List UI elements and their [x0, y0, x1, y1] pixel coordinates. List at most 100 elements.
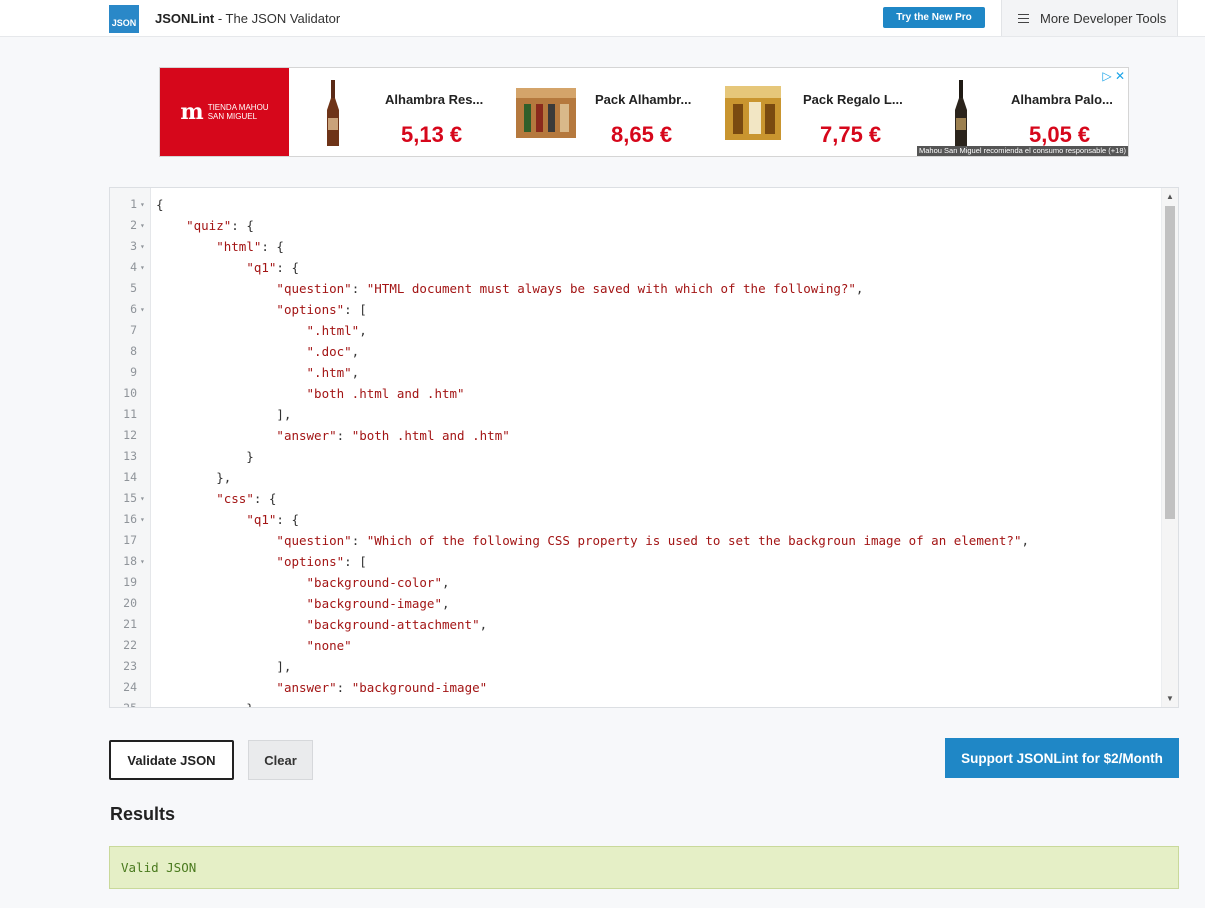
results-message: Valid JSON [109, 846, 1179, 889]
code-text: "background-color", [306, 575, 450, 590]
site-title: JSONLint - The JSON Validator [155, 11, 340, 26]
fold-arrow-icon[interactable]: ▾ [140, 551, 145, 572]
code-line[interactable]: 22 "none" [110, 635, 1162, 656]
code-line[interactable]: 11 ], [110, 404, 1162, 425]
code-line[interactable]: 25 } [110, 698, 1162, 707]
support-jsonlint-button[interactable]: Support JSONLint for $2/Month [945, 738, 1179, 778]
gift-pack-icon [516, 88, 576, 138]
scroll-up-arrow-icon[interactable]: ▲ [1166, 192, 1174, 201]
ad-brand-text: TIENDA MAHOU SAN MIGUEL [208, 103, 269, 121]
line-number: 7 [130, 323, 137, 337]
advertisement-banner[interactable]: m TIENDA MAHOU SAN MIGUEL Alhambra Res..… [159, 67, 1129, 157]
code-text: "background-attachment", [306, 617, 488, 632]
code-line[interactable]: 10 "both .html and .htm" [110, 383, 1162, 404]
code-line[interactable]: 14 }, [110, 467, 1162, 488]
scroll-down-arrow-icon[interactable]: ▼ [1166, 694, 1174, 703]
ad-brand-line: TIENDA MAHOU [207, 103, 269, 112]
code-line[interactable]: 15 ▾ "css": { [110, 488, 1162, 509]
jsonlint-logo[interactable]: JSON [109, 5, 139, 33]
code-line[interactable]: 1 ▾ { [110, 194, 1162, 215]
code-line[interactable]: 4 ▾ "q1": { [110, 257, 1162, 278]
line-number: 16 [123, 512, 137, 526]
ad-product-price[interactable]: 5,13 € [401, 122, 462, 148]
fold-arrow-icon[interactable]: ▾ [140, 236, 145, 257]
line-number: 24 [123, 680, 137, 694]
ad-product-price[interactable]: 8,65 € [611, 122, 672, 148]
code-text: "answer": "background-image" [276, 680, 488, 695]
ad-product-name[interactable]: Alhambra Res... [385, 92, 483, 107]
ad-brand-logo[interactable]: m TIENDA MAHOU SAN MIGUEL [160, 68, 289, 156]
code-text: { [156, 197, 164, 212]
clear-button[interactable]: Clear [248, 740, 313, 780]
code-line[interactable]: 6 ▾ "options": [ [110, 299, 1162, 320]
line-number: 11 [123, 407, 137, 421]
code-line[interactable]: 9 ".htm", [110, 362, 1162, 383]
line-number: 2 [130, 218, 137, 232]
code-text: "question": "HTML document must always b… [276, 281, 864, 296]
code-text: "background-image", [306, 596, 450, 611]
line-number: 17 [123, 533, 137, 547]
code-line[interactable]: 18 ▾ "options": [ [110, 551, 1162, 572]
code-line[interactable]: 13 } [110, 446, 1162, 467]
code-line[interactable]: 20 "background-image", [110, 593, 1162, 614]
ad-product-name[interactable]: Pack Regalo L... [803, 92, 903, 107]
hamburger-menu-icon [1018, 13, 1029, 23]
line-number: 9 [130, 365, 137, 379]
code-text: ".html", [306, 323, 367, 338]
results-heading: Results [110, 804, 176, 824]
code-line[interactable]: 5 "question": "HTML document must always… [110, 278, 1162, 299]
code-line[interactable]: 7 ".html", [110, 320, 1162, 341]
line-number: 20 [123, 596, 137, 610]
beer-bottle-icon [955, 80, 967, 146]
code-line[interactable]: 12 "answer": "both .html and .htm" [110, 425, 1162, 446]
scroll-thumb[interactable] [1165, 206, 1175, 519]
code-line[interactable]: 3 ▾ "html": { [110, 236, 1162, 257]
ad-product-price[interactable]: 5,05 € [1029, 122, 1090, 148]
code-line[interactable]: 2 ▾ "quiz": { [110, 215, 1162, 236]
code-line[interactable]: 24 "answer": "background-image" [110, 677, 1162, 698]
ad-product-price[interactable]: 7,75 € [820, 122, 881, 148]
fold-arrow-icon[interactable]: ▾ [140, 488, 145, 509]
code-line[interactable]: 16 ▾ "q1": { [110, 509, 1162, 530]
code-text: } [156, 449, 254, 464]
close-ad-icon[interactable]: ✕ [1115, 69, 1125, 83]
line-number: 18 [123, 554, 137, 568]
adchoices-play-icon[interactable]: ▷ [1102, 69, 1111, 83]
line-number: 15 [123, 491, 137, 505]
code-text: "answer": "both .html and .htm" [276, 428, 510, 443]
code-text: "q1": { [246, 512, 299, 527]
validate-json-button[interactable]: Validate JSON [109, 740, 234, 780]
code-text: "options": [ [276, 554, 367, 569]
code-line[interactable]: 23 ], [110, 656, 1162, 677]
code-text: "question": "Which of the following CSS … [276, 533, 1030, 548]
fold-arrow-icon[interactable]: ▾ [140, 509, 145, 530]
code-line[interactable]: 19 "background-color", [110, 572, 1162, 593]
code-text: ".doc", [306, 344, 360, 359]
line-number: 3 [130, 239, 137, 253]
code-text: "options": [ [276, 302, 367, 317]
code-line[interactable]: 21 "background-attachment", [110, 614, 1162, 635]
fold-arrow-icon[interactable]: ▾ [140, 257, 145, 278]
fold-arrow-icon[interactable]: ▾ [140, 299, 145, 320]
editor-lines[interactable]: 1 ▾{2 ▾ "quiz": {3 ▾ "html": {4 ▾ "q1": {5 "… [110, 194, 1162, 707]
ad-choices-icons[interactable]: ▷ ✕ [1102, 69, 1125, 83]
mahou-m-icon: m [180, 99, 204, 125]
editor-scrollbar[interactable]: ▲ ▼ [1161, 188, 1178, 707]
ad-brand-line: SAN MIGUEL [207, 112, 258, 121]
line-number: 5 [130, 281, 137, 295]
more-developer-tools-button[interactable]: More Developer Tools [1001, 0, 1178, 36]
fold-arrow-icon[interactable]: ▾ [140, 194, 145, 215]
code-line[interactable]: 8 ".doc", [110, 341, 1162, 362]
brand-name: JSONLint [155, 11, 215, 26]
code-text: "quiz": { [186, 218, 254, 233]
fold-arrow-icon[interactable]: ▾ [140, 215, 145, 236]
line-number: 12 [123, 428, 137, 442]
line-number: 1 [130, 197, 137, 211]
ad-product-name[interactable]: Pack Alhambr... [595, 92, 691, 107]
line-number: 10 [123, 386, 137, 400]
line-number: 23 [123, 659, 137, 673]
try-pro-button[interactable]: Try the New Pro [883, 7, 985, 28]
ad-product-name[interactable]: Alhambra Palo... [1011, 92, 1113, 107]
code-line[interactable]: 17 "question": "Which of the following C… [110, 530, 1162, 551]
json-editor[interactable]: 1 ▾{2 ▾ "quiz": {3 ▾ "html": {4 ▾ "q1": {5 "… [109, 187, 1179, 708]
